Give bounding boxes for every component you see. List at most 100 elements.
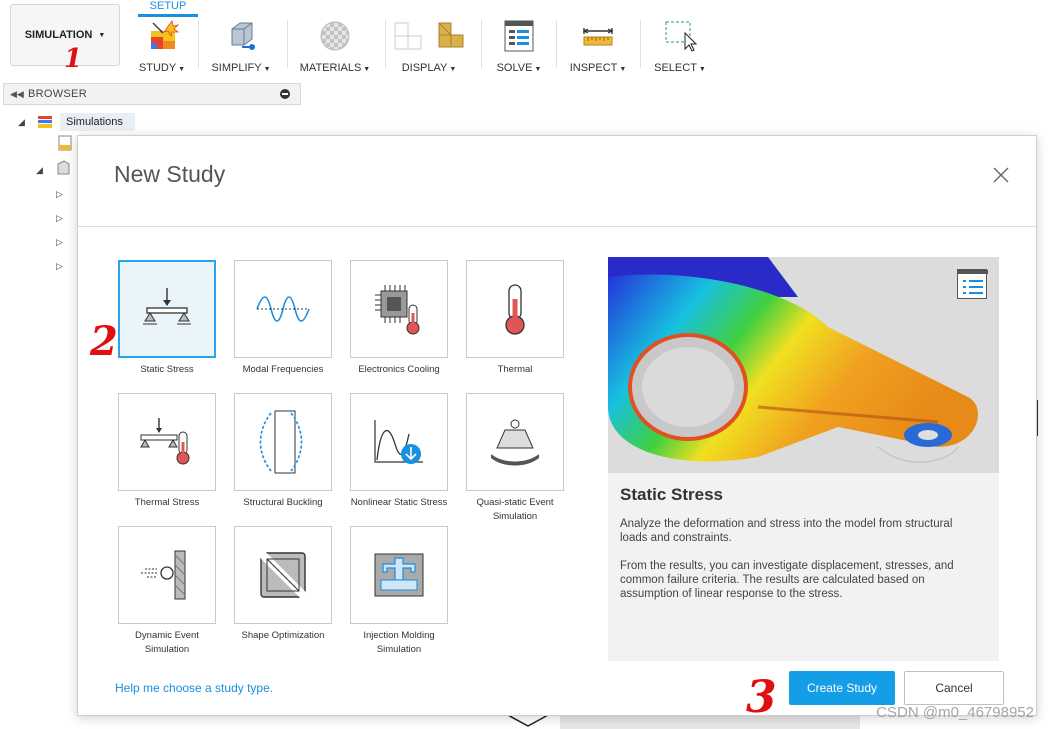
solve-tool[interactable]: SOLVE ▼ bbox=[496, 18, 542, 74]
simplify-label: SIMPLIFY bbox=[211, 62, 262, 74]
annotation-3: 3 bbox=[746, 672, 777, 723]
study-card-modal-frequencies[interactable]: Modal Frequencies bbox=[234, 260, 332, 377]
study-label: Structural Buckling bbox=[243, 497, 323, 508]
chevron-down-icon: ▼ bbox=[363, 66, 371, 73]
watermark: CSDN @m0_46798952 bbox=[876, 704, 1034, 721]
create-study-button[interactable]: Create Study bbox=[789, 671, 895, 705]
display-icon bbox=[393, 18, 465, 54]
select-label: SELECT bbox=[654, 62, 697, 74]
toolbar: SIMULATION ▼ SETUP STUDY ▼ SIMPLIFY ▼ MA… bbox=[0, 0, 1048, 78]
electronics-cooling-icon bbox=[350, 260, 448, 358]
tree-row[interactable]: ▷ bbox=[56, 257, 68, 275]
study-label: Nonlinear Static Stress bbox=[350, 497, 448, 508]
display-label: DISPLAY bbox=[401, 62, 448, 74]
study-card-shape-optimization[interactable]: Shape Optimization bbox=[234, 526, 332, 643]
select-tool[interactable]: SELECT ▼ bbox=[654, 18, 706, 74]
preview-description: Analyze the deformation and stress into … bbox=[620, 517, 980, 601]
modal-frequencies-icon bbox=[234, 260, 332, 358]
annotation-1: 1 bbox=[64, 44, 83, 74]
dialog-divider bbox=[78, 226, 1036, 227]
tree-root-row[interactable]: ◢ Simulations bbox=[18, 113, 135, 131]
preview-desc-2: From the results, you can investigate di… bbox=[620, 560, 954, 600]
inspect-icon bbox=[578, 18, 618, 54]
toolbar-separator bbox=[287, 20, 288, 68]
chevron-down-icon: ▼ bbox=[98, 31, 106, 39]
close-icon[interactable] bbox=[992, 166, 1010, 184]
inspect-tool[interactable]: INSPECT ▼ bbox=[569, 18, 627, 74]
study-card-nonlinear-static-stress[interactable]: Nonlinear Static Stress bbox=[350, 393, 448, 510]
chevron-down-icon: ▼ bbox=[534, 66, 542, 73]
materials-icon bbox=[315, 18, 355, 54]
chevron-down-icon: ▼ bbox=[449, 66, 457, 73]
study-label: Thermal bbox=[497, 364, 533, 375]
study-tool[interactable]: STUDY ▼ bbox=[138, 18, 186, 74]
new-study-dialog: New Study Static Stress Modal Frequencie… bbox=[77, 135, 1037, 716]
study-label: Static Stress bbox=[140, 364, 194, 375]
tree-row[interactable] bbox=[58, 135, 72, 156]
expand-toggle-icon[interactable]: ▷ bbox=[56, 261, 68, 272]
tree-row[interactable]: ◢ bbox=[36, 159, 70, 181]
canvas-surface bbox=[560, 716, 860, 729]
stress-result-image bbox=[608, 257, 999, 473]
dynamic-event-icon bbox=[118, 526, 216, 624]
study-label: Thermal Stress bbox=[134, 497, 200, 508]
toolbar-separator bbox=[385, 20, 386, 68]
study-label: Shape Optimization bbox=[241, 630, 325, 641]
study-card-thermal-stress[interactable]: Thermal Stress bbox=[118, 393, 216, 510]
expand-toggle-icon[interactable]: ◢ bbox=[18, 117, 30, 128]
study-label: Modal Frequencies bbox=[242, 364, 324, 375]
tree-row[interactable]: ▷ bbox=[56, 185, 68, 203]
simplify-tool[interactable]: SIMPLIFY ▼ bbox=[211, 18, 271, 74]
preview-desc-1: Analyze the deformation and stress into … bbox=[620, 518, 953, 544]
study-card-injection-molding[interactable]: Injection Molding Simulation bbox=[350, 526, 448, 657]
quasi-static-event-icon bbox=[466, 393, 564, 491]
study-label: Electronics Cooling bbox=[358, 364, 440, 375]
browser-title: BROWSER bbox=[28, 88, 87, 100]
chevron-down-icon: ▼ bbox=[178, 66, 186, 73]
tree-row[interactable]: ▷ bbox=[56, 209, 68, 227]
study-card-quasi-static-event[interactable]: Quasi-static Event Simulation bbox=[466, 393, 564, 524]
collapse-panel-icon[interactable]: ◀◀ bbox=[10, 89, 24, 100]
chevron-down-icon: ▼ bbox=[263, 66, 271, 73]
study-card-dynamic-event[interactable]: Dynamic Event Simulation bbox=[118, 526, 216, 657]
expand-toggle-icon[interactable]: ▷ bbox=[56, 237, 68, 248]
chevron-down-icon: ▼ bbox=[698, 66, 706, 73]
materials-tool[interactable]: MATERIALS ▼ bbox=[300, 18, 370, 74]
study-card-structural-buckling[interactable]: Structural Buckling bbox=[234, 393, 332, 510]
expand-toggle-icon[interactable]: ▷ bbox=[56, 189, 68, 200]
expand-toggle-icon[interactable]: ◢ bbox=[36, 165, 48, 176]
workspace-label: SIMULATION bbox=[24, 29, 93, 41]
injection-molding-icon bbox=[350, 526, 448, 624]
browser-header: ◀◀ BROWSER bbox=[3, 83, 301, 105]
details-list-icon[interactable] bbox=[957, 269, 988, 299]
study-card-electronics-cooling[interactable]: Electronics Cooling bbox=[350, 260, 448, 377]
thermal-stress-icon bbox=[118, 393, 216, 491]
display-tool[interactable]: DISPLAY ▼ bbox=[394, 18, 464, 74]
annotation-2: 2 bbox=[90, 318, 118, 365]
cancel-button[interactable]: Cancel bbox=[904, 671, 1004, 705]
shape-optimization-icon bbox=[234, 526, 332, 624]
study-label: Quasi-static Event Simulation bbox=[476, 497, 554, 522]
toolbar-separator bbox=[481, 20, 482, 68]
tree-node-simulations[interactable]: Simulations bbox=[60, 113, 135, 131]
inspect-label: INSPECT bbox=[569, 62, 618, 74]
component-icon bbox=[56, 159, 70, 181]
study-card-thermal[interactable]: Thermal bbox=[466, 260, 564, 377]
expand-toggle-icon[interactable]: ▷ bbox=[56, 213, 68, 224]
minimize-icon[interactable] bbox=[280, 89, 290, 99]
static-stress-icon bbox=[118, 260, 216, 358]
solve-icon bbox=[499, 18, 539, 54]
chevron-down-icon: ▼ bbox=[619, 66, 627, 73]
tree-row[interactable]: ▷ bbox=[56, 233, 68, 251]
materials-label: MATERIALS bbox=[299, 62, 362, 74]
document-icon bbox=[58, 135, 72, 156]
help-choose-link[interactable]: Help me choose a study type. bbox=[115, 681, 273, 695]
dialog-title: New Study bbox=[114, 161, 226, 187]
simulations-icon bbox=[30, 115, 60, 129]
active-tab-indicator bbox=[138, 14, 198, 17]
simplify-icon bbox=[221, 18, 261, 54]
toolbar-separator bbox=[198, 20, 199, 68]
study-card-static-stress[interactable]: Static Stress bbox=[118, 260, 216, 377]
preview-title: Static Stress bbox=[620, 485, 723, 504]
study-label: Dynamic Event Simulation bbox=[135, 630, 199, 655]
